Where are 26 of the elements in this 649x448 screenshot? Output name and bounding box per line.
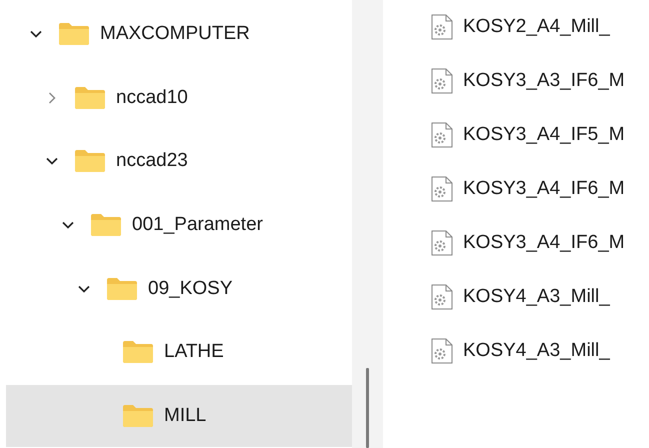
folder-icon — [90, 213, 122, 238]
chevron-right-icon[interactable] — [46, 92, 58, 104]
folder-icon — [74, 149, 106, 174]
file-name[interactable]: KOSY4_A3_Mill_ — [463, 340, 610, 362]
settings-file-icon — [431, 284, 453, 310]
chevron-down-icon[interactable] — [46, 155, 58, 168]
settings-file-icon — [431, 176, 453, 202]
folder-icon — [74, 86, 106, 110]
folder-icon — [122, 340, 154, 364]
settings-file-icon — [431, 338, 453, 364]
folder-tree-item[interactable]: MILL — [6, 385, 352, 448]
file-name[interactable]: KOSY4_A3_Mill_ — [463, 286, 610, 308]
settings-file-icon — [431, 68, 453, 94]
chevron-down-icon[interactable] — [62, 219, 74, 232]
folder-icon — [122, 404, 154, 428]
file-name[interactable]: KOSY3_A4_IF6_M — [463, 232, 625, 254]
file-name[interactable]: KOSY3_A3_IF6_M — [463, 70, 625, 92]
settings-file-icon — [431, 122, 453, 148]
folder-icon — [106, 276, 138, 301]
settings-file-icon — [431, 230, 453, 256]
file-name[interactable]: KOSY3_A4_IF5_M — [463, 124, 625, 146]
file-name[interactable]: KOSY3_A4_IF6_M — [463, 178, 625, 200]
settings-file-icon — [431, 14, 453, 40]
file-name[interactable]: KOSY2_A4_Mill_ — [463, 16, 610, 38]
scrollbar-thumb[interactable] — [366, 368, 369, 448]
folder-icon — [58, 22, 90, 46]
